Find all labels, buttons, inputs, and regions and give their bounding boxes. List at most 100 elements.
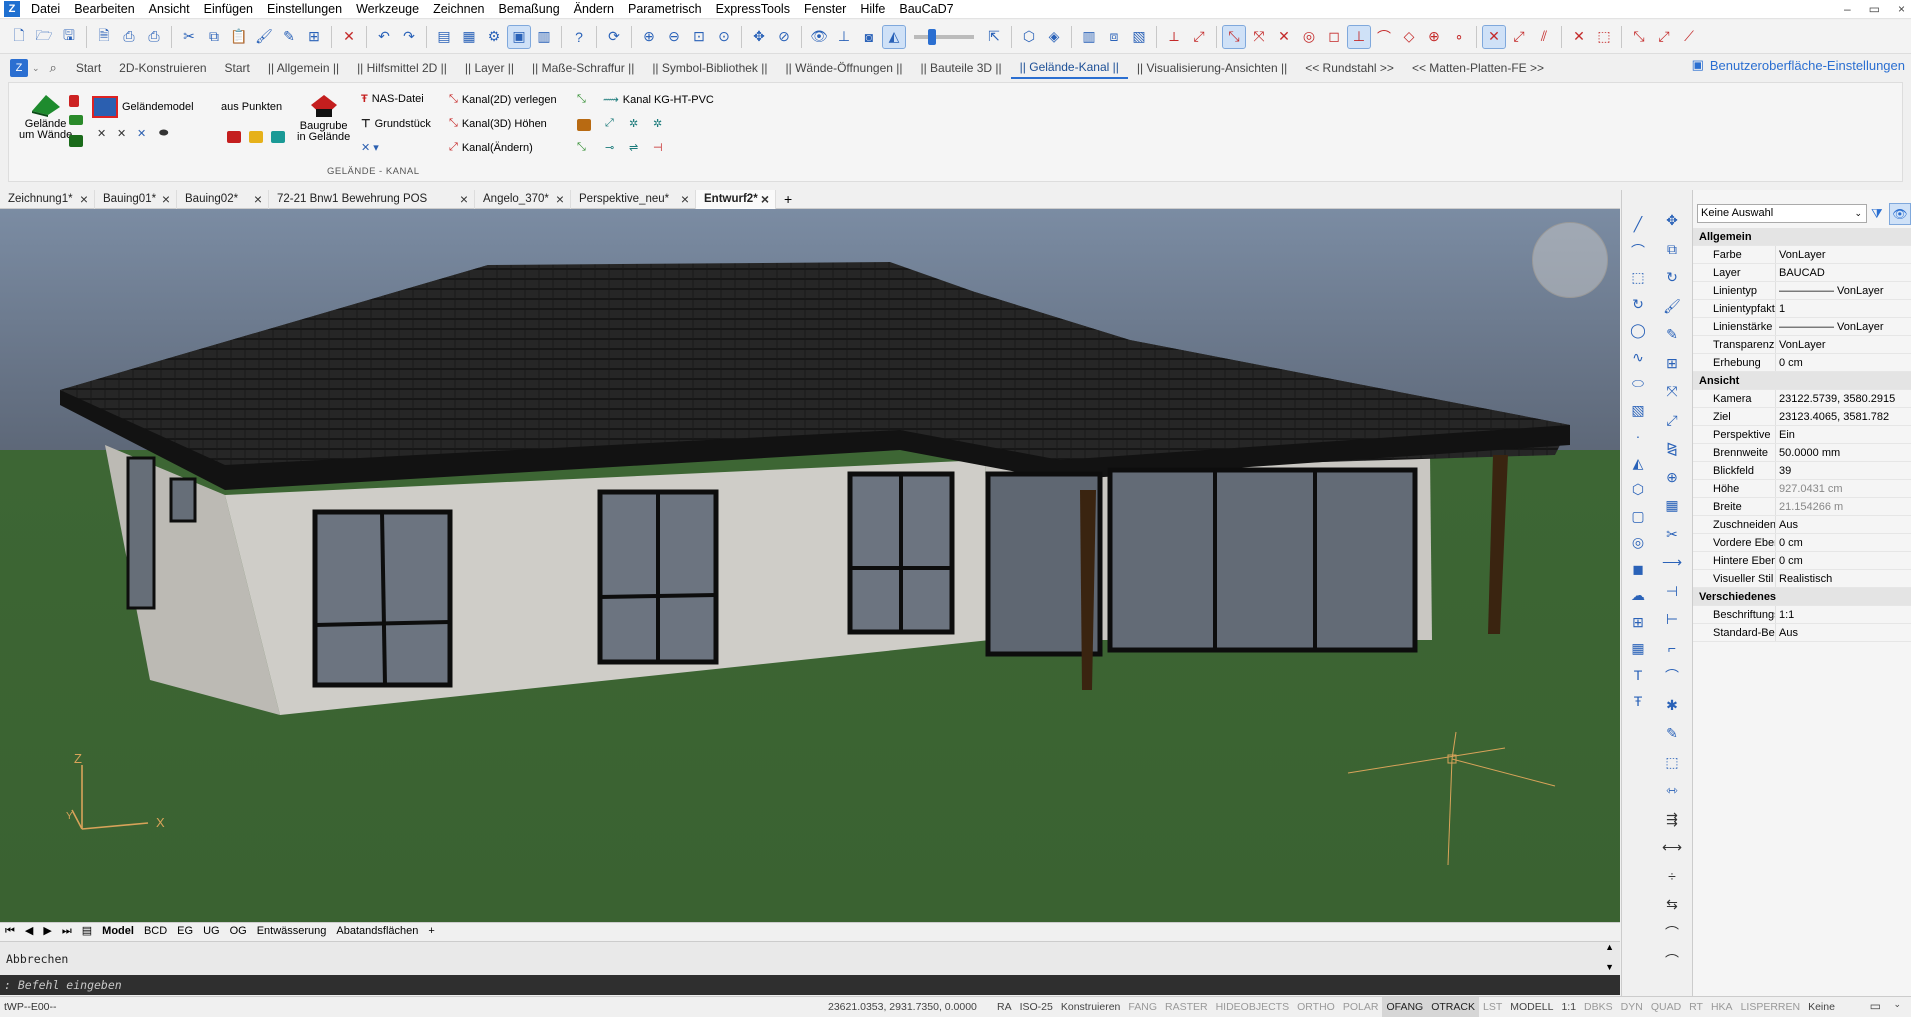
property-value[interactable]: BAUCAD	[1776, 264, 1911, 281]
terrain-dropdown-icon[interactable]: ✕ ▾	[361, 141, 379, 154]
join-icon[interactable]: ⊢	[1662, 609, 1682, 629]
document-tab[interactable]: Perspektive_neu* ×	[571, 189, 696, 209]
viewport-icon[interactable]: ▧	[1128, 26, 1150, 48]
property-value[interactable]: 1:1	[1776, 606, 1911, 623]
property-row[interactable]: Kamera 23122.5739, 3580.2915	[1693, 390, 1911, 408]
fillet-arc-icon[interactable]: ⌒	[1662, 951, 1682, 971]
property-row[interactable]: Zuschneiden Aus	[1693, 516, 1911, 534]
xref-icon[interactable]: ⧈	[1103, 26, 1125, 48]
property-row[interactable]: Layer BAUCAD	[1693, 264, 1911, 282]
help-icon[interactable]: ?	[568, 26, 590, 48]
insert-block-icon[interactable]: ⊞	[1628, 612, 1648, 632]
property-row[interactable]: Linientyp ————— VonLayer	[1693, 282, 1911, 300]
reverse-icon[interactable]: ⇆	[1662, 894, 1682, 914]
menu-item[interactable]: Ansicht	[142, 0, 197, 18]
property-section[interactable]: Verschiedenes	[1693, 588, 1911, 606]
restore-button[interactable]: ▭	[1869, 0, 1880, 18]
save-icon[interactable]: 🖫	[58, 26, 80, 48]
undo-icon[interactable]: ↶	[373, 26, 395, 48]
scale-icon[interactable]: ⤢	[1662, 410, 1682, 430]
trim-icon[interactable]: ✂	[1662, 524, 1682, 544]
close-tab-icon[interactable]: ×	[162, 190, 170, 209]
redo-icon[interactable]: ↷	[398, 26, 420, 48]
menu-item[interactable]: Einfügen	[197, 0, 260, 18]
quick-select-icon[interactable]: 👁	[1889, 203, 1911, 225]
pan-icon[interactable]: ✥	[748, 26, 770, 48]
property-row[interactable]: Blickfeld 39	[1693, 462, 1911, 480]
property-section[interactable]: Allgemein	[1693, 228, 1911, 246]
property-value[interactable]: 39	[1776, 462, 1911, 479]
ribbon-tab[interactable]: || Wände-Öffnungen ||	[777, 58, 912, 78]
copy-icon[interactable]: ⧉	[203, 26, 225, 48]
teal-block-icon[interactable]	[271, 131, 285, 143]
status-toggle[interactable]: ORTHO	[1293, 997, 1339, 1017]
add-layout-icon[interactable]: +	[423, 923, 439, 940]
menu-item[interactable]: Bemaßung	[492, 0, 567, 18]
close-tab-icon[interactable]: ×	[681, 190, 689, 209]
triangle-edit-icon[interactable]: ✕	[117, 127, 126, 140]
status-toggle[interactable]: DYN	[1617, 997, 1647, 1017]
ribbon-tab[interactable]: || Hilfsmittel 2D ||	[348, 58, 456, 78]
property-row[interactable]: Visueller Stil Realistisch	[1693, 570, 1911, 588]
cut-icon[interactable]: ✂	[178, 26, 200, 48]
array-icon[interactable]: ▦	[1662, 495, 1682, 515]
delete-icon[interactable]: ✕	[338, 26, 360, 48]
zoom-window-icon[interactable]: ⊡	[688, 26, 710, 48]
scroll-up-icon[interactable]: ▲	[1605, 942, 1614, 952]
measure-icon[interactable]: ⤢	[1653, 26, 1675, 48]
document-tab[interactable]: 72-21 Bnw1 Bewehrung POS w1_S13*×	[269, 189, 475, 224]
status-toggle[interactable]: LISPERREN	[1737, 997, 1805, 1017]
ribbon-tab[interactable]: Start	[67, 58, 110, 78]
yellow-block-icon[interactable]	[249, 131, 263, 143]
layout-list-icon[interactable]: ▤	[77, 923, 97, 940]
quadrant-snap-icon[interactable]: ◇	[1398, 26, 1420, 48]
zoom-out-icon[interactable]: ⊖	[663, 26, 685, 48]
3d-viewport[interactable]: Z X Y	[0, 209, 1620, 922]
eraser-icon[interactable]: ⬬	[159, 127, 168, 140]
filter-icon[interactable]: ⧩	[1871, 206, 1883, 222]
property-row[interactable]: Perspektive Ein	[1693, 426, 1911, 444]
property-value[interactable]: Ein	[1776, 426, 1911, 443]
property-row[interactable]: Höhe 927.0431 cm	[1693, 480, 1911, 498]
status-toggle[interactable]: RA	[993, 997, 1016, 1017]
aus-punkten-button[interactable]: aus Punkten	[221, 101, 282, 113]
line-snap-icon[interactable]: ⟂	[1163, 26, 1185, 48]
status-toggle[interactable]: MODELL	[1506, 997, 1557, 1017]
property-row[interactable]: Linientypfaktor1	[1693, 300, 1911, 318]
center-snap-icon[interactable]: ◎	[1298, 26, 1320, 48]
status-toggle[interactable]: DBKS	[1580, 997, 1617, 1017]
rectangle-array-icon[interactable]: ⊞	[1662, 353, 1682, 373]
layout-tab[interactable]: OG	[225, 923, 252, 940]
multiline-text-icon[interactable]: Ŧ	[1628, 691, 1648, 711]
match-properties-icon[interactable]: 🖌	[1662, 296, 1682, 316]
close-tab-icon[interactable]: ×	[254, 190, 262, 209]
property-value[interactable]: 50.0000 mm	[1776, 444, 1911, 461]
close-tab-icon[interactable]: ×	[556, 190, 564, 209]
property-value[interactable]: ————— VonLayer	[1776, 282, 1911, 299]
ribbon-menu-icon[interactable]: Z	[10, 59, 28, 77]
ucs-icon[interactable]: ⊥	[833, 26, 855, 48]
render-icon[interactable]: ◈	[1043, 26, 1065, 48]
property-value[interactable]: 21.154266 m	[1776, 498, 1911, 515]
chamfer-icon[interactable]: ⌐	[1662, 638, 1682, 658]
paste-icon[interactable]: 📋	[228, 26, 250, 48]
apparent-snap-icon[interactable]: ⤢	[1508, 26, 1530, 48]
baugrube-button[interactable]: Baugrube in Gelände	[297, 93, 350, 143]
property-value[interactable]: Realistisch	[1776, 570, 1911, 587]
status-menu-icon[interactable]: ⌄	[1893, 999, 1901, 1010]
camera-icon[interactable]: ◙	[858, 26, 880, 48]
kanal2d-button[interactable]: ⤡ Kanal(2D) verlegen	[449, 93, 557, 106]
property-row[interactable]: Hintere Ebene0 cm	[1693, 552, 1911, 570]
plot-icon[interactable]: ⎙	[143, 26, 165, 48]
table-icon[interactable]: ▦	[1628, 638, 1648, 658]
stretch-icon[interactable]: ⤧	[1662, 381, 1682, 401]
close-tab-icon[interactable]: ×	[761, 190, 769, 209]
property-row[interactable]: Linienstärke ————— VonLayer	[1693, 318, 1911, 336]
kanal-kg-button[interactable]: ⟿ Kanal KG-HT-PVC	[603, 93, 714, 107]
new-file-icon[interactable]: 🗋	[8, 26, 30, 48]
status-toggle[interactable]: QUAD	[1647, 997, 1685, 1017]
copy-object-icon[interactable]: ⧉	[1662, 239, 1682, 259]
terrain-face-icon[interactable]	[69, 135, 83, 147]
document-tab[interactable]: Entwurf2* ×	[696, 189, 776, 209]
wipeout-icon[interactable]: ▢	[1628, 506, 1648, 526]
